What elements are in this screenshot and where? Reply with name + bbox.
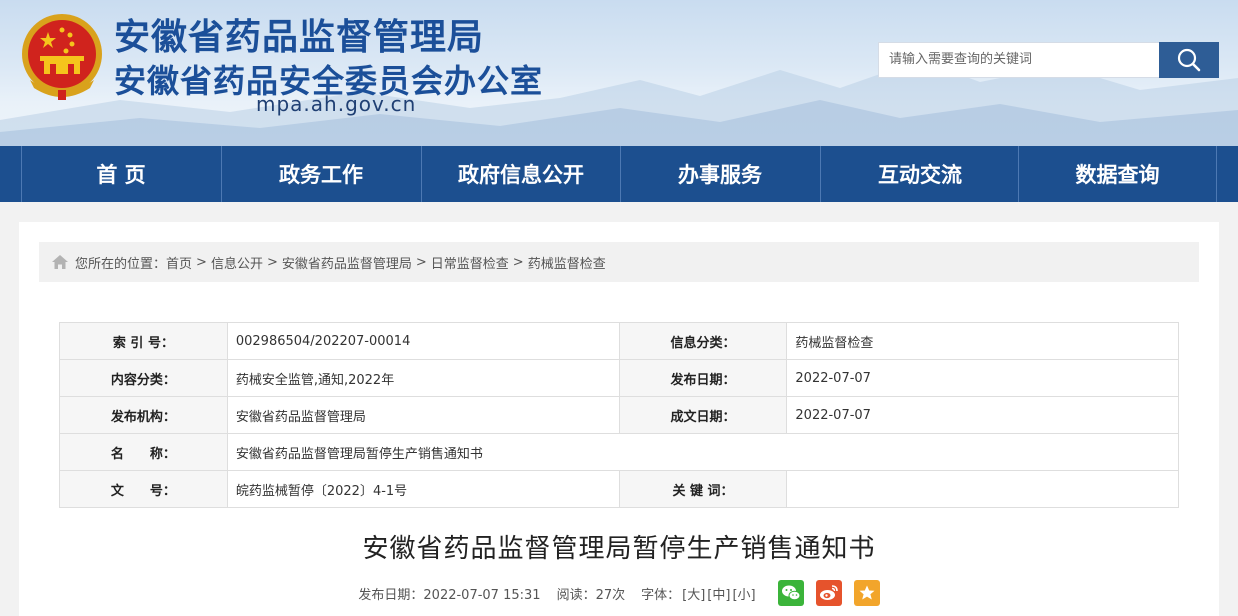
article-meta-bar: 发布日期：2022-07-07 15:31 阅读：27次 字体： [大] [中]… <box>19 578 1219 608</box>
category-value: 药械监督检查 <box>786 322 1179 360</box>
document-metadata-table: 索 引 号： 002986504/202207-00014 信息分类： 药械监督… <box>59 322 1180 508</box>
search-button[interactable] <box>1159 42 1219 78</box>
main-nav: 首 页 政务工作 政府信息公开 办事服务 互动交流 数据查询 <box>0 146 1238 202</box>
site-title: 安徽省药品监督管理局 <box>114 17 485 58</box>
favorite-button[interactable] <box>853 580 880 606</box>
nav-item-home[interactable]: 首 页 <box>21 146 220 202</box>
article-title: 安徽省药品监督管理局暂停生产销售通知书 <box>362 534 876 564</box>
breadcrumb-separator: > <box>512 254 524 270</box>
site-header: 安徽省药品监督管理局 安徽省药品安全委员会办公室 mpa.ah.gov.cn 请… <box>0 0 1238 146</box>
nav-item-services[interactable]: 办事服务 <box>620 146 819 202</box>
wechat-icon <box>781 585 801 601</box>
breadcrumb-separator: > <box>415 254 427 270</box>
national-emblem-icon <box>20 10 104 100</box>
nav-item-interaction[interactable]: 互动交流 <box>820 146 1019 202</box>
nav-item-data-query[interactable]: 数据查询 <box>1018 146 1217 202</box>
nav-item-government-affairs[interactable]: 政务工作 <box>221 146 420 202</box>
table-row: 内容分类： 药械安全监管,通知,2022年 发布日期： 2022-07-07 <box>59 359 1179 397</box>
font-size-small-button[interactable]: [小] <box>732 584 755 603</box>
created-date-value: 2022-07-07 <box>786 396 1179 434</box>
home-icon <box>51 254 69 270</box>
article-publish-time: 发布日期：2022-07-07 15:31 <box>358 587 541 603</box>
table-row: 文 号： 皖药监械暂停〔2022〕4-1号 关 键 词： <box>59 470 1179 508</box>
search-input[interactable]: 请输入需要查询的关键词 <box>878 42 1160 78</box>
keywords-value <box>786 470 1179 508</box>
publisher-label: 发布机构： <box>59 396 228 434</box>
name-value: 安徽省药品监督管理局暂停生产销售通知书 <box>226 433 1180 471</box>
breadcrumb-item-bureau[interactable]: 安徽省药品监督管理局 <box>282 253 412 272</box>
breadcrumb-prefix: 您所在的位置： <box>75 256 167 272</box>
breadcrumb-separator: > <box>266 254 278 270</box>
search-icon <box>1177 48 1201 72</box>
font-size-medium-button[interactable]: [中] <box>707 584 730 603</box>
created-date-label: 成文日期： <box>618 396 788 434</box>
table-row: 发布机构： 安徽省药品监督管理局 成文日期： 2022-07-07 <box>59 396 1179 434</box>
name-label: 名 称： <box>59 433 228 471</box>
font-size-label: 字体： <box>641 587 681 603</box>
table-row: 索 引 号： 002986504/202207-00014 信息分类： 药械监督… <box>59 322 1179 360</box>
content-type-value: 药械安全监管,通知,2022年 <box>226 359 620 397</box>
content-type-label: 内容分类： <box>59 359 228 397</box>
doc-number-label: 文 号： <box>59 470 228 508</box>
favorite-icon <box>859 585 875 600</box>
publisher-value: 安徽省药品监督管理局 <box>226 396 620 434</box>
doc-number-value: 皖药监械暂停〔2022〕4-1号 <box>226 470 620 508</box>
publish-date-value: 2022-07-07 <box>786 359 1179 397</box>
font-size-large-button[interactable]: [大] <box>682 584 705 603</box>
category-label: 信息分类： <box>618 322 788 360</box>
breadcrumb-item-device-inspection[interactable]: 药械监督检查 <box>528 253 606 272</box>
index-value: 002986504/202207-00014 <box>226 322 620 360</box>
site-domain: mpa.ah.gov.cn <box>256 92 417 116</box>
content-panel: 您所在的位置： 首页 > 信息公开 > 安徽省药品监督管理局 > 日常监督检查 … <box>19 222 1219 616</box>
breadcrumb-separator: > <box>196 254 207 270</box>
breadcrumb: 您所在的位置： 首页 > 信息公开 > 安徽省药品监督管理局 > 日常监督检查 … <box>39 242 1199 282</box>
breadcrumb-item-info-disclosure[interactable]: 信息公开 <box>211 253 263 272</box>
breadcrumb-item-home[interactable]: 首页 <box>166 253 192 272</box>
publish-date-label: 发布日期： <box>618 359 788 397</box>
table-row: 名 称： 安徽省药品监督管理局暂停生产销售通知书 <box>59 433 1180 471</box>
nav-item-information-disclosure[interactable]: 政府信息公开 <box>421 146 620 202</box>
index-label: 索 引 号： <box>59 322 228 360</box>
weibo-icon <box>819 585 838 600</box>
article-views: 阅读：27次 <box>556 587 626 603</box>
breadcrumb-item-daily-inspection[interactable]: 日常监督检查 <box>431 253 509 272</box>
share-wechat-button[interactable] <box>777 580 804 606</box>
keywords-label: 关 键 词： <box>618 470 788 508</box>
share-weibo-button[interactable] <box>815 580 842 606</box>
